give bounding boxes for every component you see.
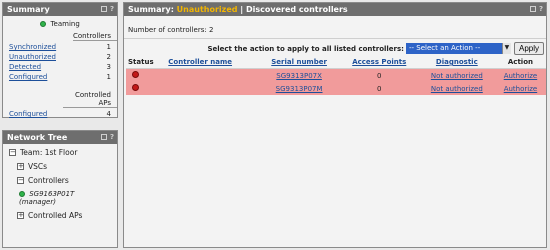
summary-row: Unauthorized 2 [3, 53, 117, 61]
controllers-header: Controllers [73, 32, 117, 41]
collapse-icon[interactable] [100, 6, 107, 12]
main-title-prefix: Summary: [128, 5, 177, 14]
summary-value: 3 [106, 63, 111, 71]
unauthorized-link[interactable]: Unauthorized [9, 53, 56, 61]
action-select-value: -- Select an Action -- [408, 44, 481, 52]
access-points-cell: 0 [339, 82, 419, 95]
tree-node-aps[interactable]: + Controlled APs [17, 211, 111, 220]
col-diagnostic[interactable]: Diagnostic [418, 56, 495, 69]
tree-node-vscs[interactable]: + VSCs [17, 162, 111, 171]
tree-node-team[interactable]: − Team: 1st Floor [9, 148, 111, 157]
network-tree-header: Network Tree ? [3, 131, 117, 144]
detected-link[interactable]: Detected [9, 63, 41, 71]
summary-row: Detected 3 [3, 63, 117, 71]
green-status-icon [19, 191, 25, 197]
tree-controller-label[interactable]: SG9163P01T [29, 190, 74, 198]
expand-icon[interactable]: + [17, 212, 24, 219]
aps-configured-link[interactable]: Configured [9, 110, 47, 118]
authorize-link[interactable]: Authorize [504, 72, 538, 80]
diagnostic-link[interactable]: Not authorized [431, 72, 483, 80]
network-tree-title: Network Tree [7, 133, 68, 142]
controller-count: Number of controllers: 2 [128, 26, 214, 34]
main-title-rest: Discovered controllers [245, 5, 348, 14]
help-icon[interactable]: ? [539, 6, 543, 13]
action-select[interactable]: -- Select an Action -- ▼ [405, 43, 511, 54]
summary-title: Summary [7, 5, 50, 14]
tree-controller-role: (manager) [19, 198, 56, 206]
authorize-link[interactable]: Authorize [504, 85, 538, 93]
tree-node-controller[interactable]: SG9163P01T (manager) [19, 190, 111, 206]
summary-panel-header: Summary ? [3, 3, 117, 16]
main-title-sep: | [237, 5, 246, 14]
collapse-icon[interactable] [100, 134, 107, 140]
dropdown-arrow-icon[interactable]: ▼ [501, 43, 511, 54]
green-status-icon [40, 21, 47, 27]
serial-link[interactable]: SG9313P07M [276, 85, 323, 93]
apply-button[interactable]: Apply [513, 42, 544, 55]
expand-icon[interactable]: + [17, 163, 24, 170]
controller-name-cell [166, 68, 259, 82]
collapse-icon[interactable] [529, 6, 536, 12]
help-icon[interactable]: ? [110, 6, 114, 13]
summary-value: 1 [106, 43, 111, 51]
red-status-icon [132, 84, 139, 91]
controller-name-cell [166, 82, 259, 95]
network-tree: − Team: 1st Floor + VSCs − Controllers S… [3, 144, 117, 229]
col-status: Status [126, 56, 167, 69]
summary-panel: Summary ? Teaming Controllers Synchroniz… [2, 2, 118, 118]
action-label: Select the action to apply to all listed… [207, 44, 404, 53]
tree-vscs-label[interactable]: VSCs [28, 162, 47, 171]
main-title-highlight: Unauthorized [176, 5, 238, 14]
serial-link[interactable]: SG9313P07X [276, 72, 322, 80]
tree-aps-label[interactable]: Controlled APs [28, 211, 82, 220]
summary-row: Configured 4 [3, 110, 117, 118]
main-panel-header: Summary: Unauthorized | Discovered contr… [124, 3, 546, 16]
tree-node-controllers[interactable]: − Controllers [17, 176, 111, 185]
configured-link[interactable]: Configured [9, 73, 47, 81]
col-controller-name[interactable]: Controller name [166, 56, 259, 69]
collapse-icon[interactable]: − [9, 149, 16, 156]
col-action: Action [494, 56, 546, 69]
controlled-aps-header: Controlled APs [63, 91, 117, 108]
summary-value: 4 [106, 110, 111, 118]
synchronized-link[interactable]: Synchronized [9, 43, 56, 51]
collapse-icon[interactable]: − [17, 177, 24, 184]
main-panel: Summary: Unauthorized | Discovered contr… [123, 2, 547, 248]
summary-row: Synchronized 1 [3, 43, 117, 51]
help-icon[interactable]: ? [110, 134, 114, 141]
teaming-status: Teaming [3, 20, 117, 28]
table-row: SG9313P07M 0 Not authorized Authorize [126, 82, 546, 95]
summary-row: Configured 1 [3, 73, 117, 81]
tree-controllers-label[interactable]: Controllers [28, 176, 69, 185]
network-tree-panel: Network Tree ? − Team: 1st Floor + VSCs … [2, 130, 118, 248]
summary-value: 2 [106, 53, 111, 61]
col-serial-number[interactable]: Serial number [258, 56, 340, 69]
tree-team-label[interactable]: Team: 1st Floor [20, 148, 77, 157]
action-bar: Select the action to apply to all listed… [124, 38, 546, 56]
table-row: SG9313P07X 0 Not authorized Authorize [126, 68, 546, 82]
access-points-cell: 0 [339, 68, 419, 82]
red-status-icon [132, 71, 139, 78]
col-access-points[interactable]: Access Points [339, 56, 419, 69]
teaming-label: Teaming [50, 20, 80, 28]
diagnostic-link[interactable]: Not authorized [431, 85, 483, 93]
summary-value: 1 [106, 73, 111, 81]
controllers-table: Status Controller name Serial number Acc… [126, 56, 546, 95]
